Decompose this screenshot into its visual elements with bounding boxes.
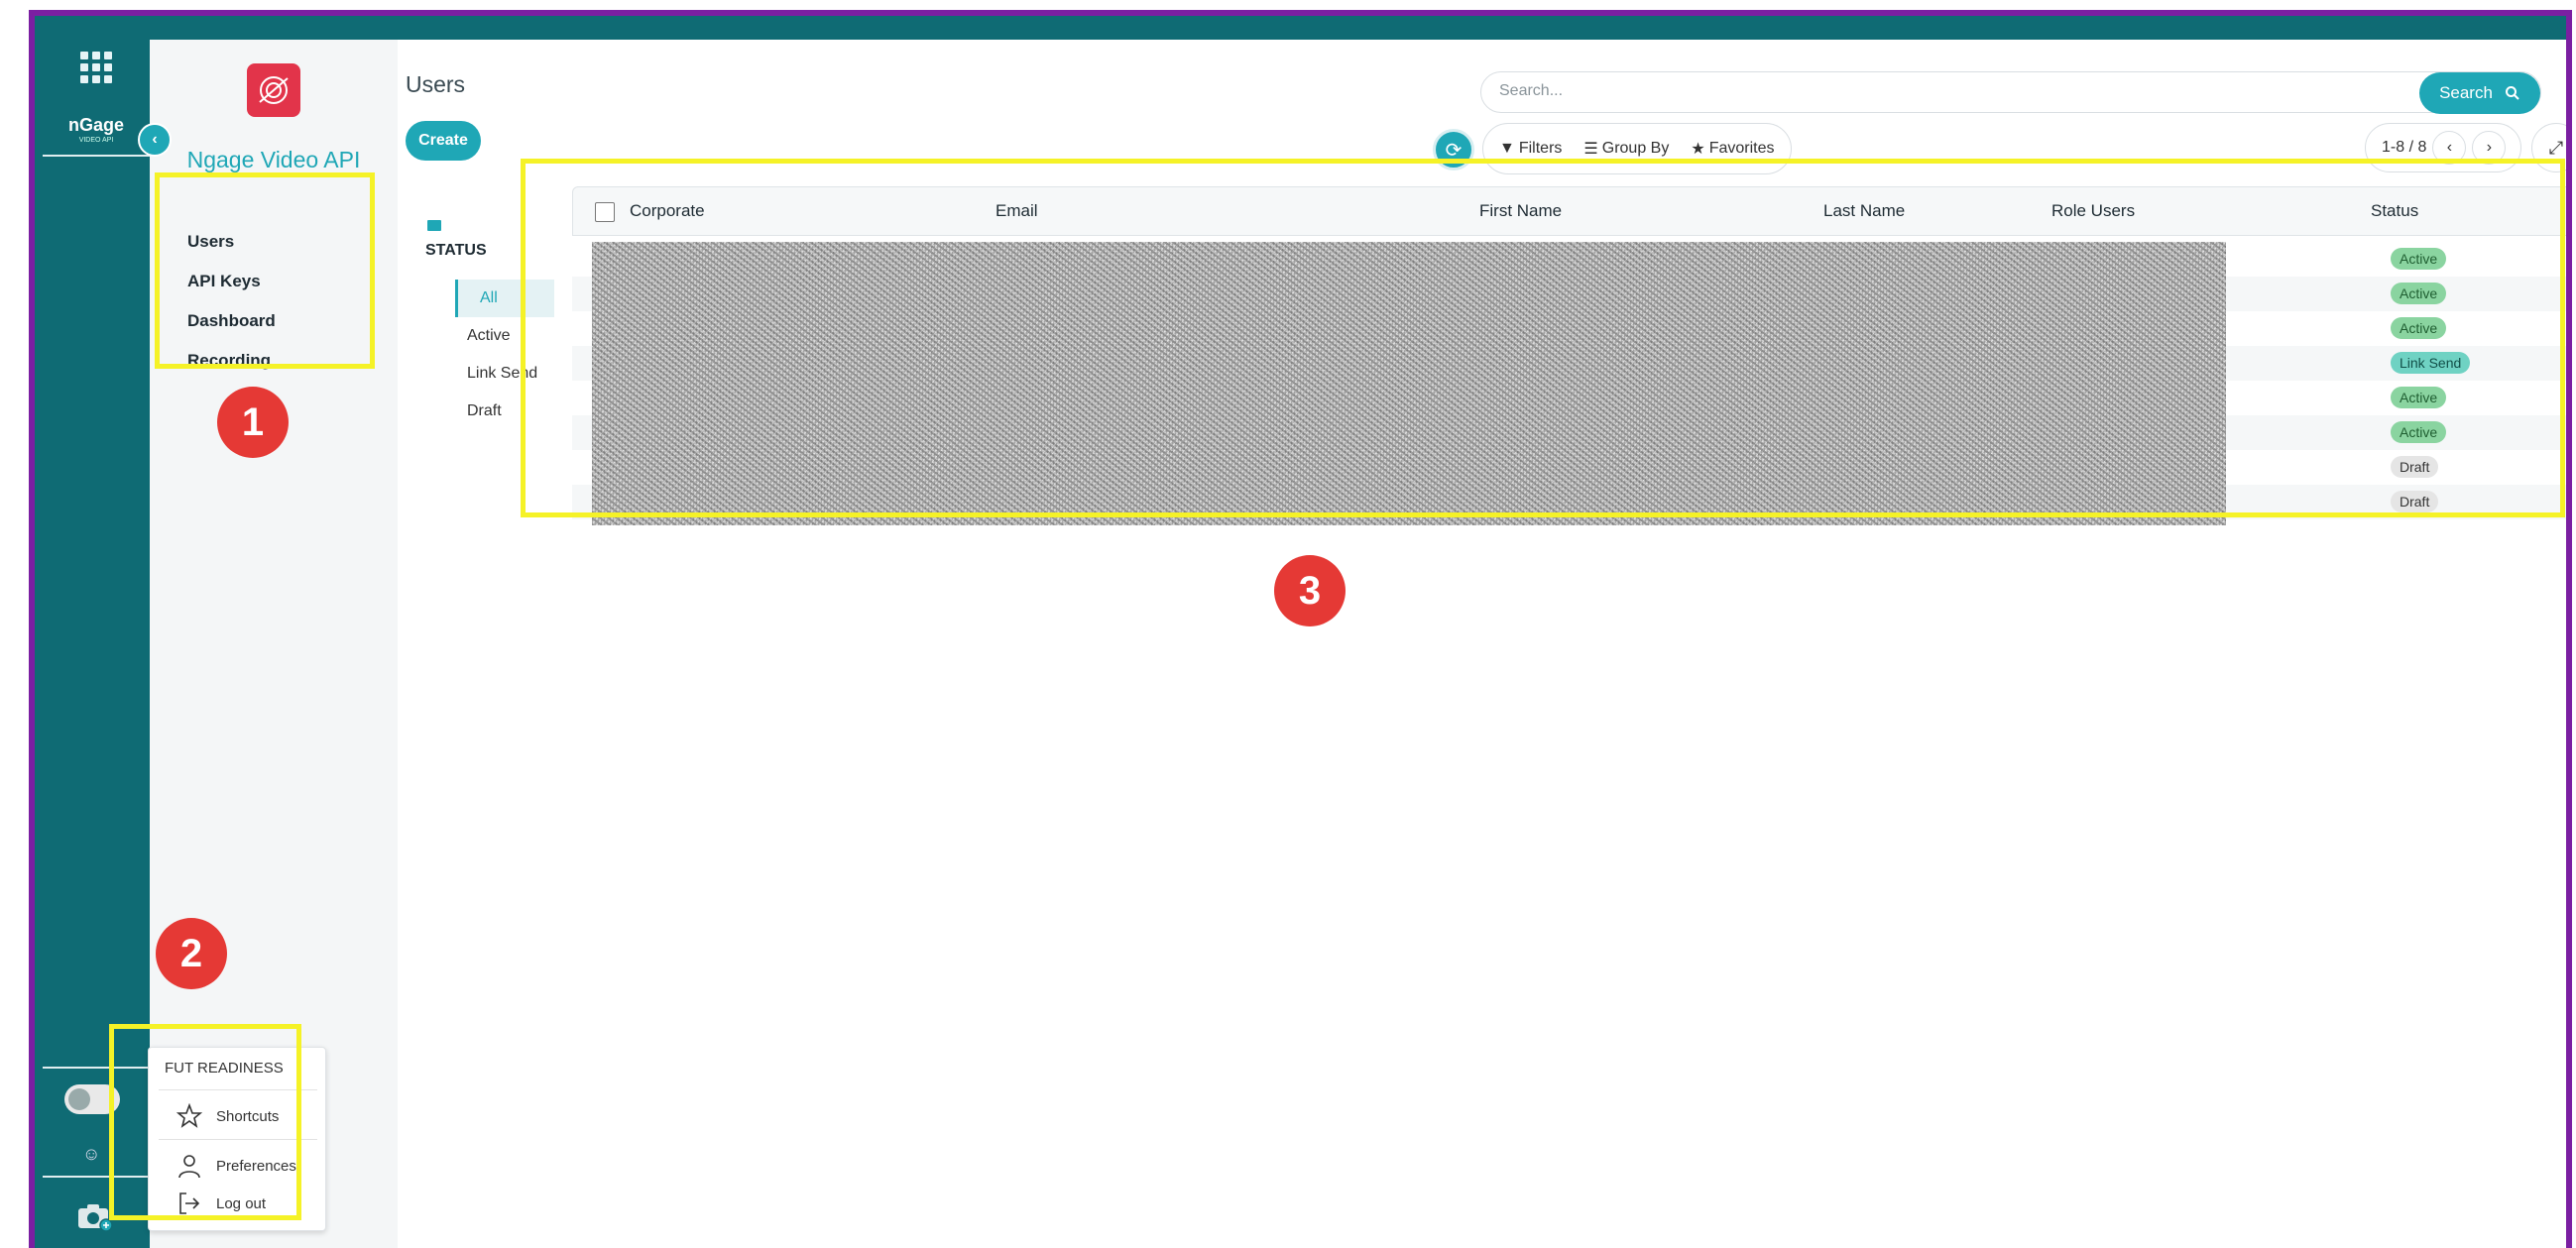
column-email[interactable]: Email: [995, 201, 1038, 221]
app-logo-icon: [247, 63, 300, 117]
status-badge: Active: [2391, 283, 2447, 304]
status-filter-link-send[interactable]: Link Send: [455, 355, 554, 393]
status-badge: Active: [2391, 317, 2447, 339]
app-rail: nGage VIDEO API ☺: [35, 16, 150, 1248]
status-badge: Active: [2391, 387, 2447, 408]
table-header: Corporate Email First Name Last Name Rol…: [572, 186, 2566, 236]
refresh-icon: ⟳: [1445, 139, 1463, 162]
group-by-button[interactable]: ☰ Group By: [1583, 139, 1669, 159]
expand-button[interactable]: ⤢: [2531, 123, 2566, 172]
app-name: Ngage Video API: [186, 147, 361, 172]
status-filter-draft[interactable]: Draft: [455, 393, 554, 430]
status-badge: Draft: [2391, 491, 2439, 512]
logout-icon: [179, 1192, 200, 1214]
pager-range[interactable]: 1-8 / 8: [2382, 139, 2426, 157]
app-window: nGage VIDEO API ☺ Ngage Video API Users …: [29, 10, 2572, 1248]
column-first-name[interactable]: First Name: [1479, 201, 1562, 221]
theme-toggle[interactable]: [64, 1084, 120, 1114]
favorites-label: Favorites: [1708, 140, 1775, 157]
ngage-logo: nGage: [67, 115, 124, 135]
star-outline-icon: [176, 1103, 202, 1128]
annotation-marker-1: 1: [217, 387, 289, 458]
column-corporate[interactable]: Corporate: [630, 201, 705, 221]
column-status[interactable]: Status: [2371, 201, 2418, 221]
sidebar-collapse-button[interactable]: ‹: [138, 123, 172, 157]
folder-icon: [427, 220, 441, 231]
page-title: Users: [406, 71, 466, 97]
status-badge: Link Send: [2391, 352, 2471, 374]
ngage-logo-subtitle: VIDEO API: [78, 137, 114, 144]
column-role-users[interactable]: Role Users: [2051, 201, 2135, 221]
menu-divider: [159, 1089, 317, 1090]
status-badge: Draft: [2391, 456, 2439, 478]
pager: 1-8 / 8 ‹ ›: [2365, 123, 2521, 172]
user-icon: [178, 1155, 200, 1179]
search-icon: [2505, 86, 2519, 100]
list-icon: ☰: [1583, 141, 1598, 158]
menu-divider: [159, 1139, 317, 1140]
main-content: Users Create Search ⟳ ▼ Filters ☰ Group: [398, 40, 2566, 1248]
search-box: Search: [1480, 71, 2541, 114]
sidebar-item-recording[interactable]: Recording: [187, 341, 276, 381]
annotation-marker-2: 2: [156, 918, 227, 989]
rail-divider: [43, 1067, 150, 1069]
sidebar-item-dashboard[interactable]: Dashboard: [187, 301, 276, 341]
previous-page-button[interactable]: ‹: [2432, 131, 2467, 165]
expand-icon: ⤢: [2548, 137, 2564, 158]
create-button[interactable]: Create: [406, 121, 481, 161]
shortcuts-label: Shortcuts: [216, 1107, 280, 1125]
select-all-checkbox[interactable]: [595, 202, 615, 222]
logout-menu-item[interactable]: Log out: [176, 1191, 266, 1216]
user-company-name: FUT READINESS: [165, 1060, 284, 1077]
rail-divider: [43, 1176, 150, 1178]
funnel-icon: ▼: [1499, 140, 1515, 157]
refresh-button[interactable]: ⟳: [1433, 129, 1474, 170]
next-page-button[interactable]: ›: [2472, 131, 2507, 165]
sidebar-menu: Users API Keys Dashboard Recording: [187, 222, 276, 381]
status-filter-all[interactable]: All: [455, 280, 554, 317]
filters-button[interactable]: ▼ Filters: [1499, 140, 1562, 158]
logout-label: Log out: [216, 1194, 267, 1212]
favorites-button[interactable]: ★ Favorites: [1691, 139, 1774, 159]
redacted-table-data: [592, 242, 2226, 525]
shortcuts-menu-item[interactable]: Shortcuts: [176, 1103, 279, 1129]
star-icon: ★: [1691, 141, 1705, 158]
search-button-label: Search: [2439, 83, 2493, 102]
preferences-menu-item[interactable]: Preferences: [176, 1153, 296, 1179]
apps-grid-icon[interactable]: [80, 52, 112, 83]
filter-bar: ▼ Filters ☰ Group By ★ Favorites: [1482, 123, 1792, 174]
rail-divider: [43, 155, 150, 157]
filters-label: Filters: [1518, 140, 1563, 157]
status-panel-title: STATUS: [425, 242, 487, 259]
column-options-icon[interactable]: ⋮: [2554, 201, 2566, 221]
status-list: All Active Link Send Draft: [455, 280, 554, 430]
bot-icon[interactable]: ☺: [82, 1144, 100, 1165]
annotation-marker-3: 3: [1274, 555, 1346, 626]
users-table: Corporate Email First Name Last Name Rol…: [572, 186, 2566, 527]
search-input[interactable]: [1499, 82, 2392, 100]
camera-icon[interactable]: [76, 1201, 114, 1231]
status-filter-active[interactable]: Active: [455, 317, 554, 355]
status-badge: Active: [2391, 421, 2447, 443]
chevron-left-icon: ‹: [152, 131, 158, 148]
search-button[interactable]: Search: [2419, 72, 2540, 114]
sidebar-item-api-keys[interactable]: API Keys: [187, 262, 276, 301]
preferences-label: Preferences: [216, 1157, 296, 1175]
user-dropdown-menu: FUT READINESS Shortcuts Preferences Log …: [148, 1047, 326, 1231]
column-last-name[interactable]: Last Name: [1823, 201, 1905, 221]
status-badge: Active: [2391, 248, 2447, 270]
group-by-label: Group By: [1601, 140, 1670, 157]
sidebar-item-users[interactable]: Users: [187, 222, 276, 262]
